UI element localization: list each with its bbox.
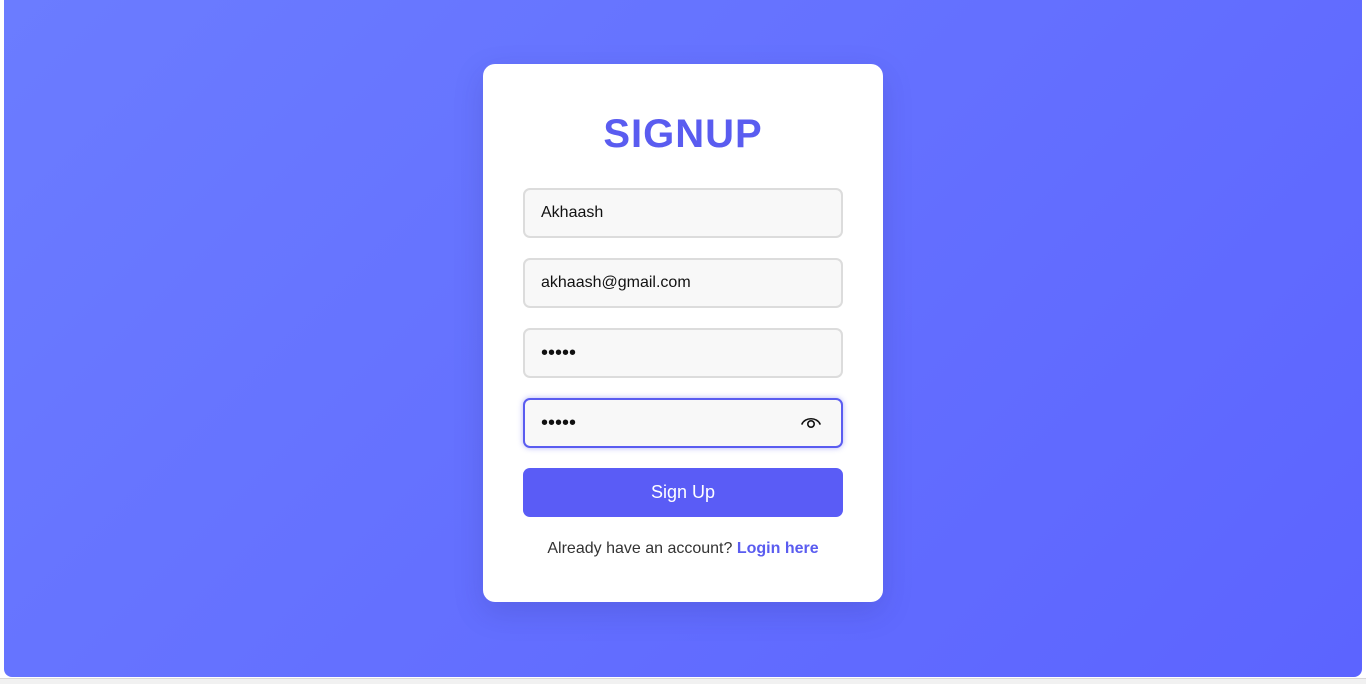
login-link[interactable]: Login here	[737, 540, 819, 557]
login-prompt-text: Already have an account?	[547, 540, 733, 557]
window-bottom-edge	[0, 678, 1366, 684]
email-input[interactable]	[523, 258, 843, 308]
page-title: SIGNUP	[603, 112, 763, 156]
password-input[interactable]	[523, 328, 843, 378]
eye-icon[interactable]	[800, 413, 822, 431]
confirm-password-input[interactable]	[523, 398, 843, 448]
signup-button[interactable]: Sign Up	[523, 468, 843, 517]
login-prompt: Already have an account? Login here	[483, 540, 883, 558]
username-input[interactable]	[523, 188, 843, 238]
